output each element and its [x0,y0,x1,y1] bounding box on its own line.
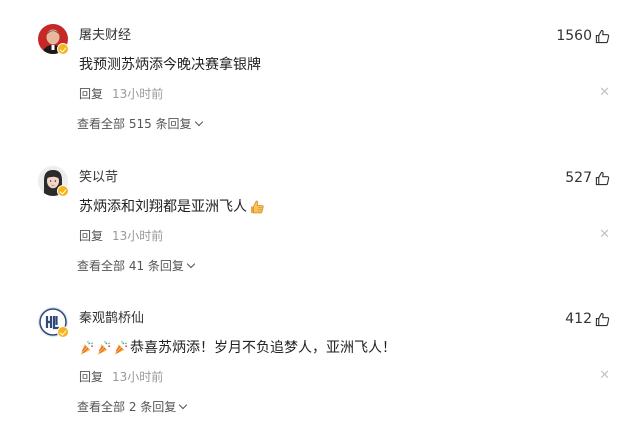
reply-button[interactable]: 回复 [79,86,103,102]
chevron-down-icon [186,259,196,269]
comment-text-row: 恭喜苏炳添！岁月不负追梦人，亚洲飞人！ [79,338,396,358]
close-icon[interactable]: ✕ [599,85,610,101]
view-all-replies-label: 查看全部 2 条回复 [77,400,177,414]
party-popper-emoji-icon [80,340,94,355]
username[interactable]: 屠夫财经 [79,27,131,45]
thumbs-up-icon [595,312,610,326]
like-button[interactable]: 1560 [556,27,610,45]
comment-text: 苏炳添和刘翔都是亚洲飞人 [79,199,247,215]
comment-item: 笑以苛 527 苏炳添和刘翔都是亚洲飞人 回复 13小时前 ✕ 查看全部 41 … [0,142,640,282]
timestamp: 13小时前 [112,229,164,243]
verified-badge-icon [57,185,69,197]
party-popper-emoji-icon [114,340,128,355]
thumbs-up-icon [595,171,610,185]
party-popper-emoji-icon [97,340,111,355]
view-all-replies-link[interactable]: 查看全部 2 条回复 [77,399,188,415]
chevron-down-icon [194,117,203,127]
comment-meta: 回复 13小时前 [79,86,163,102]
like-button[interactable]: 412 [565,310,610,328]
chevron-down-icon [179,400,188,410]
timestamp: 13小时前 [112,370,164,384]
username[interactable]: 笑以苛 [79,169,118,187]
close-icon[interactable]: ✕ [599,368,610,384]
like-count: 412 [565,311,592,327]
like-count: 527 [565,170,592,186]
comment-meta: 回复 13小时前 [79,228,163,244]
like-button[interactable]: 527 [565,169,610,187]
timestamp: 13小时前 [112,87,164,101]
verified-badge-icon [57,43,69,55]
thumbs-up-emoji-icon [251,200,264,214]
comment-meta: 回复 13小时前 [79,369,163,385]
username[interactable]: 秦观鹊桥仙 [79,310,144,328]
comment-text: 我预测苏炳添今晚决赛拿银牌 [79,57,261,73]
view-all-replies-label: 查看全部 41 条回复 [77,259,184,273]
verified-badge-icon [57,326,69,338]
view-all-replies-label: 查看全部 515 条回复 [77,117,192,131]
close-icon[interactable]: ✕ [599,227,610,243]
like-count: 1560 [556,28,592,44]
comment-text-row: 苏炳添和刘翔都是亚洲飞人 [79,197,265,217]
reply-button[interactable]: 回复 [79,369,103,385]
thumbs-up-icon [595,29,610,43]
view-all-replies-link[interactable]: 查看全部 41 条回复 [77,258,196,274]
comment-item: 屠夫财经 1560 我预测苏炳添今晚决赛拿银牌 回复 13小时前 ✕ 查看全部 … [0,0,640,140]
comment-item: 秦观鹊桥仙 412 恭喜苏炳添！岁月不负追梦人，亚洲飞人！ 回复 13小时前 ✕… [0,283,640,423]
view-all-replies-link[interactable]: 查看全部 515 条回复 [77,116,203,132]
comment-text: 恭喜苏炳添！岁月不负追梦人，亚洲飞人！ [130,340,396,356]
reply-button[interactable]: 回复 [79,228,103,244]
